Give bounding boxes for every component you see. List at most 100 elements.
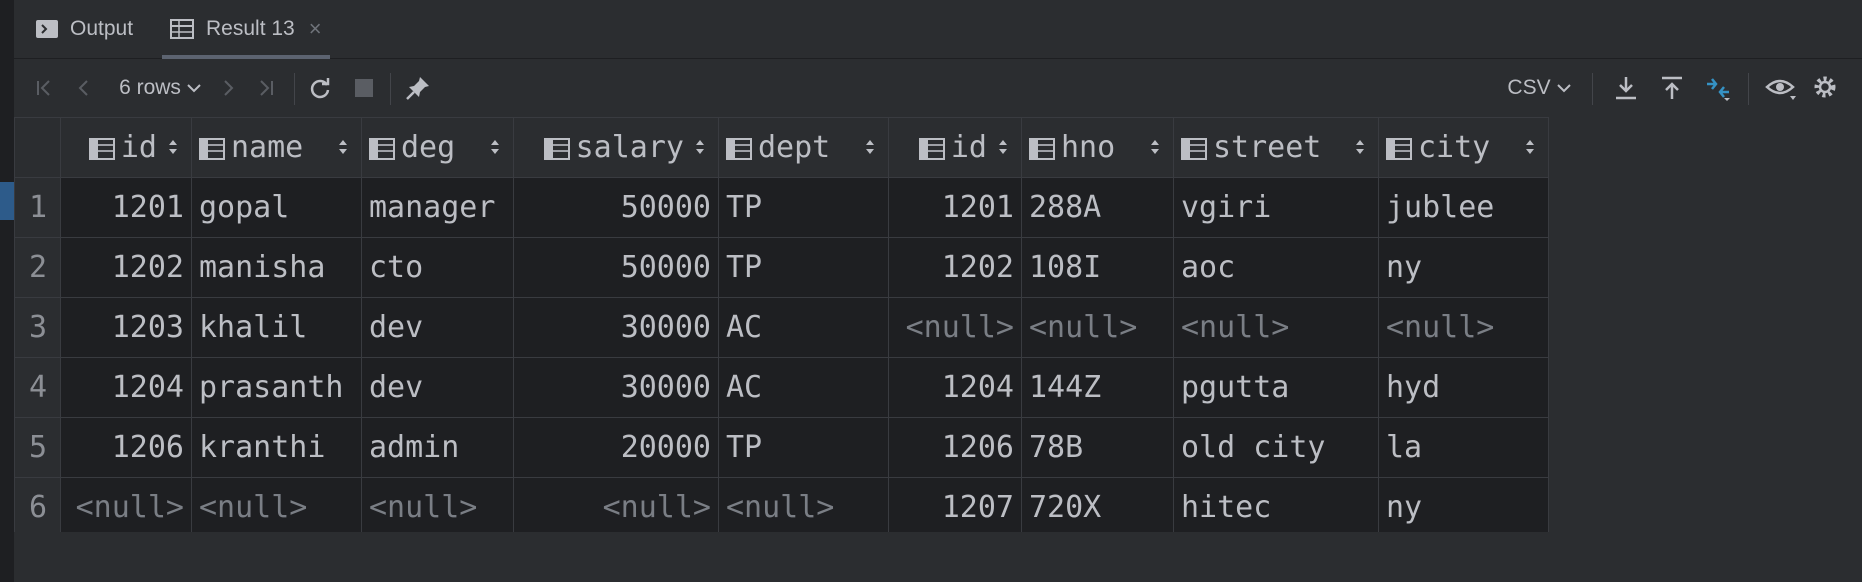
stop-icon[interactable] (344, 59, 384, 117)
upload-icon[interactable] (1650, 59, 1694, 117)
table-cell[interactable]: 1203 (60, 297, 192, 358)
table-row[interactable]: 5 1206 kranthi admin 20000 TP 1206 78B old city l… (14, 417, 1549, 478)
rows-count-dropdown[interactable]: 6 rows (110, 59, 210, 117)
row-number[interactable]: 4 (14, 357, 61, 418)
table-cell[interactable]: <null> (361, 477, 514, 538)
table-cell[interactable]: ny (1378, 237, 1549, 298)
table-cell[interactable]: 720X (1021, 477, 1174, 538)
table-cell[interactable]: <null> (191, 477, 362, 538)
export-format-dropdown[interactable]: CSV (1494, 59, 1584, 117)
tab-bar: Output Result 13 × (14, 0, 1862, 59)
last-page-icon[interactable] (246, 59, 286, 117)
table-cell[interactable]: dev (361, 297, 514, 358)
column-header-street[interactable]: street (1173, 117, 1379, 178)
table-cell[interactable]: 30000 (513, 297, 719, 358)
table-cell[interactable]: pgutta (1173, 357, 1379, 418)
refresh-icon[interactable] (300, 59, 340, 117)
column-icon (88, 130, 121, 165)
table-cell[interactable]: hitec (1173, 477, 1379, 538)
table-cell[interactable]: <null> (718, 477, 889, 538)
compare-icon[interactable] (1696, 59, 1740, 117)
table-cell[interactable]: kranthi (191, 417, 362, 478)
table-body: 1 1201 gopal manager 50000 TP 1201 288A vgiri jub… (14, 177, 1549, 538)
table-cell[interactable]: manisha (191, 237, 362, 298)
column-header-name[interactable]: name (191, 117, 362, 178)
previous-page-icon[interactable] (66, 59, 102, 117)
table-cell[interactable]: 50000 (513, 177, 719, 238)
column-icon (1029, 130, 1061, 165)
download-icon[interactable] (1604, 59, 1648, 117)
table-cell[interactable]: 1202 (888, 237, 1022, 298)
eye-icon[interactable] (1758, 59, 1804, 117)
close-icon[interactable]: × (309, 16, 322, 42)
tab-result[interactable]: Result 13 × (162, 0, 330, 59)
table-cell[interactable]: TP (718, 177, 889, 238)
table-cell[interactable]: AC (718, 357, 889, 418)
column-header-id[interactable]: id (60, 117, 192, 178)
toolbar-divider (1592, 73, 1593, 105)
table-cell[interactable]: AC (718, 297, 889, 358)
table-cell[interactable]: 144Z (1021, 357, 1174, 418)
chevron-down-icon (187, 84, 201, 93)
table-cell[interactable]: 1201 (888, 177, 1022, 238)
table-cell[interactable]: 1206 (888, 417, 1022, 478)
column-header-deg[interactable]: deg (361, 117, 514, 178)
result-grid: id name deg salary dept id hno street city 1 1201… (14, 117, 1844, 538)
table-row[interactable]: 6 <null> <null> <null> <null> <null> 1207 720X h… (14, 477, 1549, 538)
table-cell[interactable]: <null> (60, 477, 192, 538)
table-cell[interactable]: <null> (888, 297, 1022, 358)
table-cell[interactable]: aoc (1173, 237, 1379, 298)
column-header-city[interactable]: city (1378, 117, 1549, 178)
pin-icon[interactable] (396, 59, 440, 117)
tab-output[interactable]: Output (36, 0, 133, 58)
first-page-icon[interactable] (24, 59, 64, 117)
table-cell[interactable]: 30000 (513, 357, 719, 418)
table-cell[interactable]: 1206 (60, 417, 192, 478)
table-cell[interactable]: 108I (1021, 237, 1174, 298)
table-cell[interactable]: 1207 (888, 477, 1022, 538)
table-cell[interactable]: manager (361, 177, 514, 238)
table-cell[interactable]: dev (361, 357, 514, 418)
table-cell[interactable]: 288A (1021, 177, 1174, 238)
table-cell[interactable]: <null> (1378, 297, 1549, 358)
row-number[interactable]: 5 (14, 417, 61, 478)
column-header-dept[interactable]: dept (718, 117, 889, 178)
table-cell[interactable]: jublee (1378, 177, 1549, 238)
table-cell[interactable]: TP (718, 237, 889, 298)
table-cell[interactable]: <null> (513, 477, 719, 538)
column-header-label: dept (758, 130, 831, 165)
table-cell[interactable]: <null> (1021, 297, 1174, 358)
table-cell[interactable]: 1204 (60, 357, 192, 418)
column-header-hno[interactable]: hno (1021, 117, 1174, 178)
row-number[interactable]: 3 (14, 297, 61, 358)
table-cell[interactable]: prasanth (191, 357, 362, 418)
table-cell[interactable]: 78B (1021, 417, 1174, 478)
table-row[interactable]: 1 1201 gopal manager 50000 TP 1201 288A vgiri jub… (14, 177, 1549, 238)
table-cell[interactable]: khalil (191, 297, 362, 358)
table-cell[interactable]: <null> (1173, 297, 1379, 358)
row-number[interactable]: 2 (14, 237, 61, 298)
row-number[interactable]: 1 (14, 177, 61, 238)
gear-icon[interactable] (1804, 59, 1848, 117)
table-cell[interactable]: 1201 (60, 177, 192, 238)
table-cell[interactable]: la (1378, 417, 1549, 478)
table-cell[interactable]: 20000 (513, 417, 719, 478)
next-page-icon[interactable] (210, 59, 246, 117)
table-row[interactable]: 2 1202 manisha cto 50000 TP 1202 108I aoc ny (14, 237, 1549, 298)
table-cell[interactable]: 1204 (888, 357, 1022, 418)
column-header-id[interactable]: id (888, 117, 1022, 178)
table-cell[interactable]: vgiri (1173, 177, 1379, 238)
table-cell[interactable]: TP (718, 417, 889, 478)
table-cell[interactable]: gopal (191, 177, 362, 238)
table-cell[interactable]: old city (1173, 417, 1379, 478)
table-row[interactable]: 4 1204 prasanth dev 30000 AC 1204 144Z pgutta hyd (14, 357, 1549, 418)
table-row[interactable]: 3 1203 khalil dev 30000 AC <null> <null> <null> <… (14, 297, 1549, 358)
row-number[interactable]: 6 (14, 477, 61, 538)
table-cell[interactable]: 1202 (60, 237, 192, 298)
column-header-salary[interactable]: salary (513, 117, 719, 178)
table-cell[interactable]: ny (1378, 477, 1549, 538)
table-cell[interactable]: cto (361, 237, 514, 298)
table-cell[interactable]: hyd (1378, 357, 1549, 418)
table-cell[interactable]: admin (361, 417, 514, 478)
table-cell[interactable]: 50000 (513, 237, 719, 298)
